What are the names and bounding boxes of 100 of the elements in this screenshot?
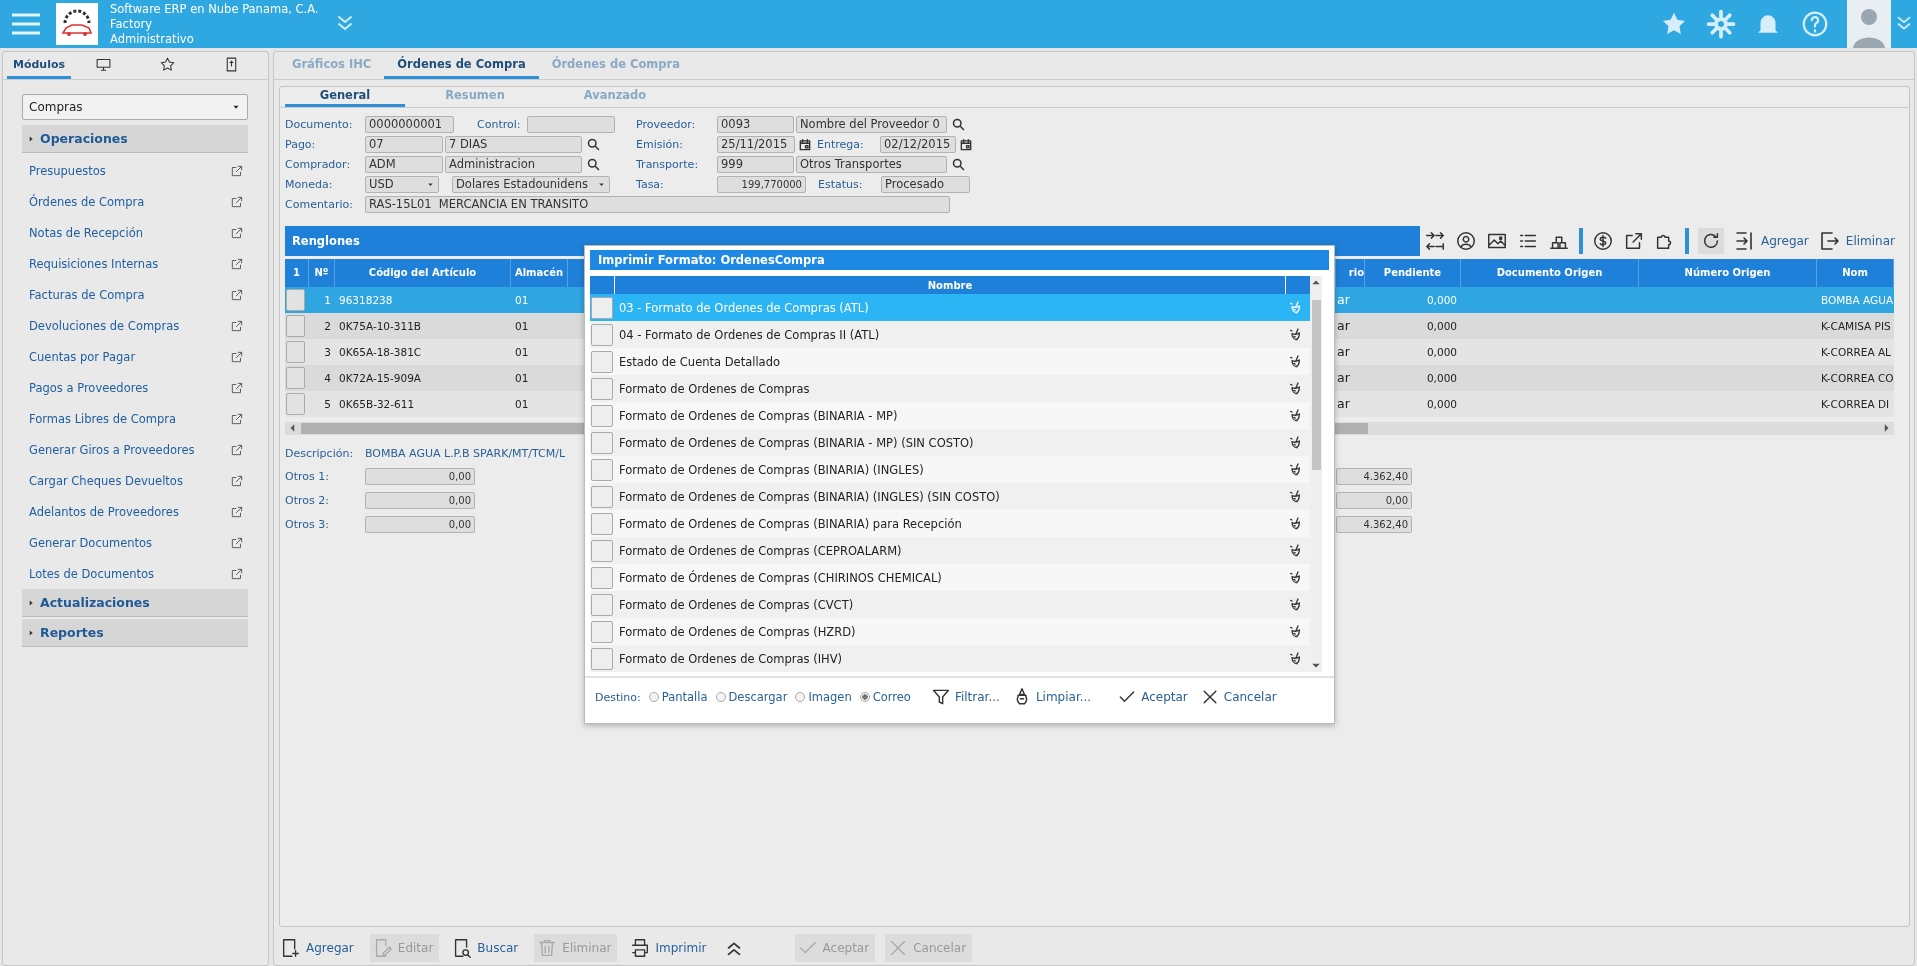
menu-item[interactable]: Generar Documentos: [29, 535, 230, 550]
menu-item[interactable]: Pagos a Proveedores: [29, 380, 230, 395]
menu-item[interactable]: Cuentas por Pagar: [29, 349, 230, 364]
row-checkbox[interactable]: [591, 377, 613, 400]
vertical-scrollbar[interactable]: [1310, 276, 1322, 672]
row-checkbox[interactable]: [591, 593, 613, 616]
external-link-icon[interactable]: [230, 163, 244, 178]
document-tab[interactable]: Órdenes de Compra: [384, 52, 539, 79]
module-select[interactable]: Compras: [22, 94, 248, 120]
refresh-icon[interactable]: [1698, 227, 1724, 254]
supplier-name-field[interactable]: Nombre del Proveedor 0: [796, 116, 947, 134]
search-icon[interactable]: [586, 137, 601, 153]
currency-name-select[interactable]: Dolares Estadounidens: [452, 176, 610, 194]
external-link-icon[interactable]: [230, 287, 244, 302]
external-link-icon[interactable]: [230, 380, 244, 395]
search-icon[interactable]: [586, 157, 601, 173]
payment-name-field[interactable]: 7 DIAS: [445, 136, 582, 154]
add-line-button[interactable]: Agregar: [1733, 228, 1809, 253]
row-checkbox[interactable]: [286, 366, 305, 389]
section-header[interactable]: Actualizaciones: [22, 589, 248, 617]
format-row[interactable]: Formato de Ordenes de Compras: [590, 375, 1310, 402]
amount-field[interactable]: 0,00: [365, 516, 475, 534]
rate-field[interactable]: 199,770000: [717, 176, 806, 194]
destination-radio[interactable]: Imagen: [795, 690, 852, 704]
control-field[interactable]: [527, 116, 615, 134]
calendar-icon[interactable]: [798, 137, 812, 152]
row-checkbox[interactable]: [591, 296, 613, 319]
external-link-icon[interactable]: [230, 194, 244, 209]
section-header[interactable]: Reportes: [22, 619, 248, 647]
buyer-name-field[interactable]: Administracion: [445, 156, 582, 174]
document-field[interactable]: 0000000001: [365, 116, 454, 134]
total-field[interactable]: 0,00: [1336, 492, 1412, 510]
currency-code-select[interactable]: USD: [365, 176, 439, 194]
menu-item[interactable]: Adelantos de Proveedores: [29, 504, 230, 519]
menu-item[interactable]: Requisiciones Internas: [29, 256, 230, 271]
row-checkbox[interactable]: [591, 350, 613, 373]
buyer-code-field[interactable]: ADM: [365, 156, 443, 174]
expand-arrows-icon[interactable]: [1424, 229, 1446, 252]
row-checkbox[interactable]: [591, 620, 613, 643]
search-button[interactable]: Buscar: [449, 934, 525, 963]
row-checkbox[interactable]: [591, 512, 613, 535]
supplier-code-field[interactable]: 0093: [717, 116, 794, 134]
format-row[interactable]: Formato de Ordenes de Compras (BINARIA) (INGLES): [590, 456, 1310, 483]
row-checkbox[interactable]: [591, 539, 613, 562]
print-button[interactable]: Imprimir: [627, 934, 713, 963]
external-link-icon[interactable]: [230, 349, 244, 364]
menu-item[interactable]: Órdenes de Compra: [29, 194, 230, 209]
row-checkbox[interactable]: [286, 314, 305, 337]
menu-item[interactable]: Devoluciones de Compras: [29, 318, 230, 333]
section-header[interactable]: Operaciones: [22, 125, 248, 153]
menu-item[interactable]: Cargar Cheques Devueltos: [29, 473, 230, 488]
row-checkbox[interactable]: [286, 392, 305, 415]
menu-item[interactable]: Formas Libres de Compra: [29, 411, 230, 426]
external-link-icon[interactable]: [230, 256, 244, 271]
search-icon[interactable]: [951, 157, 966, 173]
external-link-icon[interactable]: [230, 411, 244, 426]
cancel-button[interactable]: Cancelar: [1199, 687, 1277, 707]
dollar-icon[interactable]: [1592, 229, 1614, 252]
transport-code-field[interactable]: 999: [717, 156, 794, 174]
date-field[interactable]: 25/11/2015: [717, 136, 795, 154]
filter-button[interactable]: Filtrar...: [930, 687, 1000, 707]
section-tab[interactable]: General: [285, 86, 405, 107]
destination-radio[interactable]: Pantalla: [648, 690, 708, 704]
format-row[interactable]: Formato de Ordenes de Compras (BINARIA) para Recepción: [590, 510, 1310, 537]
modules-tab[interactable]: Módulos: [7, 52, 71, 79]
format-row[interactable]: Formato de Ordenes de Compras (IHV): [590, 645, 1310, 672]
format-row[interactable]: 04 - Formato de Ordenes de Compras II (ATL): [590, 321, 1310, 348]
amount-field[interactable]: 0,00: [365, 468, 475, 486]
menu-item[interactable]: Presupuestos: [29, 163, 230, 178]
format-row[interactable]: Formato de Órdenes de Compras (CHIRINOS CHEMICAL): [590, 564, 1310, 591]
row-checkbox[interactable]: [591, 458, 613, 481]
total-field[interactable]: 4.362,40: [1336, 468, 1412, 486]
external-link-icon[interactable]: [230, 225, 244, 240]
external-link-icon[interactable]: [230, 473, 244, 488]
transport-name-field[interactable]: Otros Transportes: [796, 156, 947, 174]
date-field[interactable]: 02/12/2015: [880, 136, 956, 154]
external-link-icon[interactable]: [230, 318, 244, 333]
delete-line-button[interactable]: Eliminar: [1817, 228, 1895, 253]
row-checkbox[interactable]: [591, 323, 613, 346]
row-checkbox[interactable]: [591, 566, 613, 589]
format-row[interactable]: Formato de Ordenes de Compras (CVCT): [590, 591, 1310, 618]
add-button[interactable]: Agregar: [278, 934, 360, 963]
row-checkbox[interactable]: [286, 288, 305, 311]
format-row[interactable]: Formato de Ordenes de Compras (BINARIA - MP): [590, 402, 1310, 429]
menu-item[interactable]: Generar Giros a Proveedores: [29, 442, 230, 457]
clear-button[interactable]: Limpiar...: [1011, 687, 1092, 707]
search-icon[interactable]: [951, 117, 966, 133]
external-link-icon[interactable]: [230, 442, 244, 457]
row-checkbox[interactable]: [591, 647, 613, 670]
amount-field[interactable]: 0,00: [365, 492, 475, 510]
external-link-icon[interactable]: [230, 504, 244, 519]
format-row[interactable]: Formato de Ordenes de Compras (BINARIA - MP) (SIN COSTO): [590, 429, 1310, 456]
accept-button[interactable]: Aceptar: [1117, 687, 1188, 707]
format-row[interactable]: Formato de Ordenes de Compras (BINARIA) (INGLES) (SIN COSTO): [590, 483, 1310, 510]
status-field[interactable]: Procesado: [881, 176, 970, 194]
total-field[interactable]: 4.362,40: [1336, 516, 1412, 534]
menu-item[interactable]: Lotes de Documentos: [29, 566, 230, 581]
format-row[interactable]: Estado de Cuenta Detallado: [590, 348, 1310, 375]
calendar-icon[interactable]: [959, 137, 973, 152]
destination-radio[interactable]: Correo: [859, 690, 911, 704]
